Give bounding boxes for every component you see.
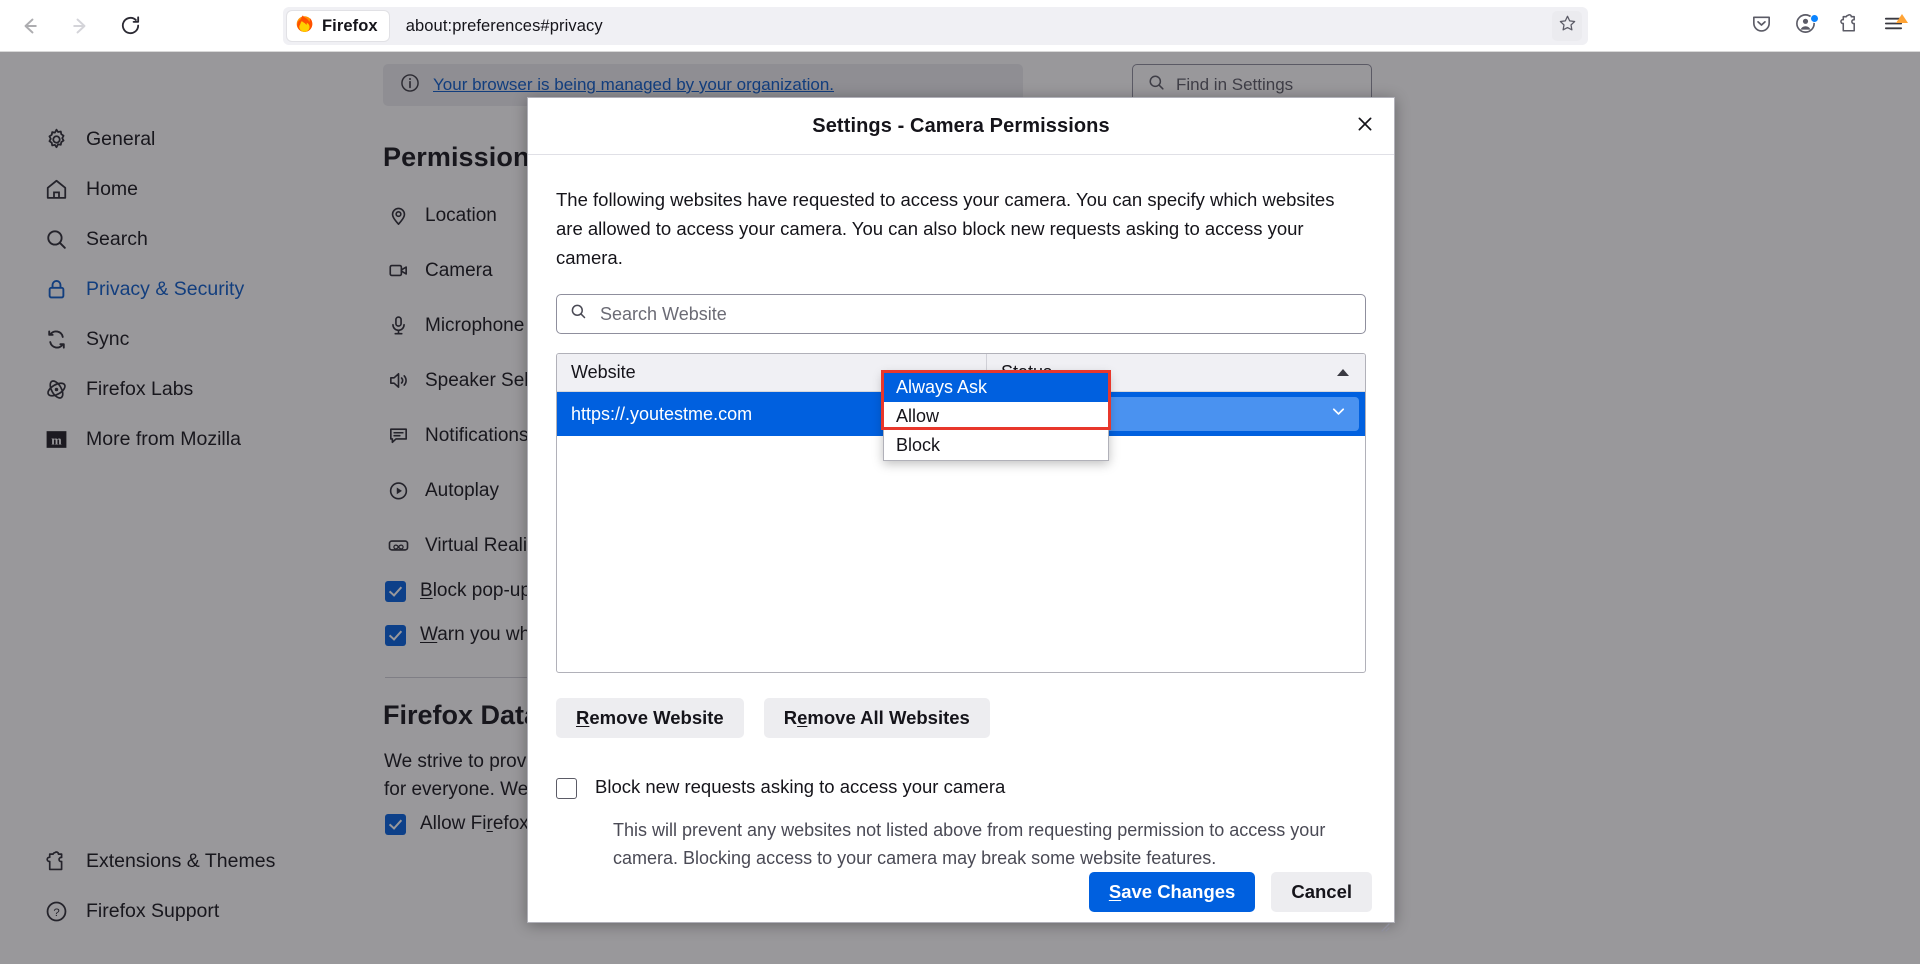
table-action-buttons: Remove Website Remove All Websites	[556, 698, 1366, 738]
bookmark-star-button[interactable]	[1552, 11, 1582, 41]
search-input[interactable]	[598, 303, 1353, 326]
url-text[interactable]: about:preferences#privacy	[406, 17, 603, 36]
pocket-save-icon	[1750, 12, 1773, 40]
resize-grip-icon[interactable]	[1374, 916, 1390, 932]
toolbar-right-icons	[1742, 0, 1912, 52]
save-changes-button[interactable]: Save Changes	[1089, 872, 1255, 912]
remove-website-button[interactable]: Remove Website	[556, 698, 744, 738]
close-icon	[1355, 114, 1375, 139]
checkbox-unchecked-icon[interactable]	[556, 778, 577, 799]
cancel-button[interactable]: Cancel	[1271, 872, 1372, 912]
forward-button[interactable]	[60, 6, 100, 46]
sort-ascending-icon	[1337, 369, 1349, 376]
status-dropdown-menu[interactable]: Always Ask Allow Block	[883, 372, 1109, 461]
dropdown-option-allow[interactable]: Allow	[884, 402, 1108, 431]
extensions-button[interactable]	[1830, 7, 1868, 45]
dialog-body: The following websites have requested to…	[528, 155, 1394, 872]
bookmark-star-icon	[1558, 14, 1577, 38]
camera-permissions-dialog: Settings - Camera Permissions The follow…	[527, 97, 1395, 923]
account-notification-dot	[1810, 14, 1819, 23]
account-button[interactable]	[1786, 7, 1824, 45]
block-new-requests-note: This will prevent any websites not liste…	[613, 816, 1348, 872]
remove-all-websites-button[interactable]: Remove All Websites	[764, 698, 990, 738]
column-header-website-label: Website	[571, 362, 636, 383]
dialog-titlebar: Settings - Camera Permissions	[528, 98, 1394, 155]
pocket-save-button[interactable]	[1742, 7, 1780, 45]
firefox-brand-chip: Firefox	[287, 11, 389, 41]
close-button[interactable]	[1348, 109, 1382, 143]
url-bar[interactable]: Firefox about:preferences#privacy	[283, 7, 1588, 45]
arrow-right-icon	[69, 15, 91, 37]
block-new-requests-row[interactable]: Block new requests asking to access your…	[556, 776, 1366, 799]
dropdown-option-always-ask[interactable]: Always Ask	[884, 373, 1108, 402]
dialog-description: The following websites have requested to…	[556, 185, 1366, 272]
extensions-puzzle-icon	[1838, 12, 1861, 40]
arrow-left-icon	[19, 15, 41, 37]
dialog-footer: Save Changes Cancel	[528, 872, 1394, 934]
reload-button[interactable]	[110, 6, 150, 46]
search-icon	[569, 302, 588, 326]
firefox-logo-icon	[295, 14, 314, 38]
browser-toolbar: Firefox about:preferences#privacy	[0, 0, 1920, 52]
search-website-field[interactable]	[556, 294, 1366, 334]
dropdown-option-block[interactable]: Block	[884, 431, 1108, 460]
back-button[interactable]	[10, 6, 50, 46]
reload-icon	[119, 14, 142, 37]
update-badge-icon	[1896, 14, 1908, 23]
firefox-chip-label: Firefox	[322, 17, 378, 36]
app-menu-button[interactable]	[1874, 7, 1912, 45]
block-new-requests-label: Block new requests asking to access your…	[595, 776, 1005, 798]
chevron-down-icon	[1330, 403, 1347, 425]
dialog-title: Settings - Camera Permissions	[812, 115, 1109, 138]
